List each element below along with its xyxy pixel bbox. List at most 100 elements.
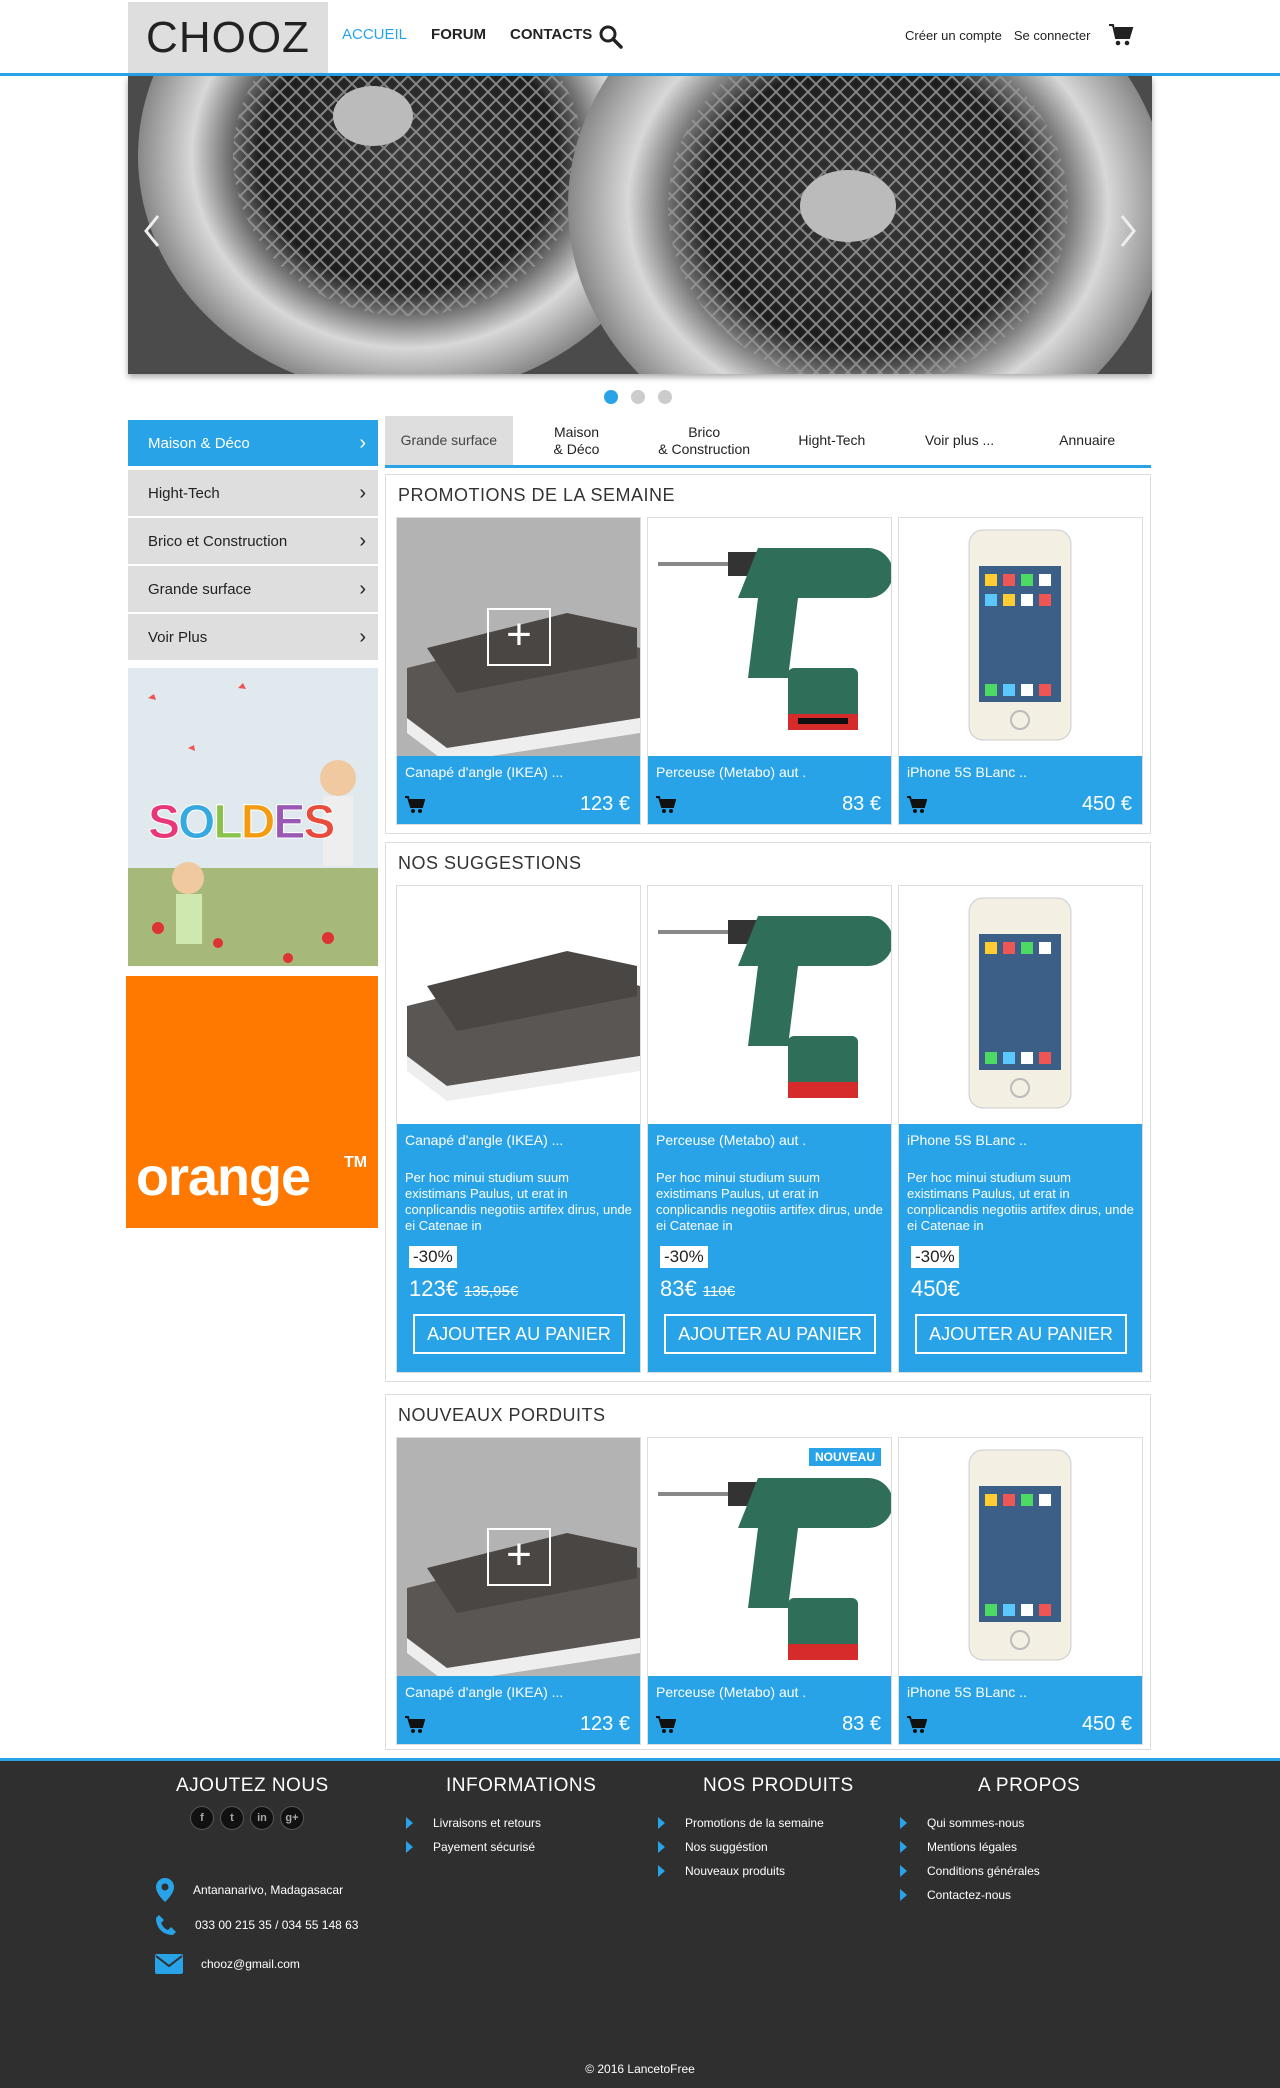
zoom-plus-icon[interactable]: + — [487, 608, 551, 666]
chevron-right-icon: › — [359, 482, 366, 504]
location-pin-icon — [156, 1878, 174, 1902]
product-name: iPhone 5S BLanc .. — [907, 764, 1027, 780]
slider-dot[interactable] — [631, 390, 645, 404]
product-card[interactable]: Perceuse (Metabo) aut . 83 € — [647, 517, 892, 825]
sidebar-item-maison-deco[interactable]: Maison & Déco › — [128, 420, 378, 466]
orange-banner[interactable]: orange TM — [126, 976, 378, 1228]
iphone-image — [899, 518, 1142, 756]
triangle-right-icon — [900, 1889, 907, 1901]
twitter-icon[interactable]: t — [220, 1806, 244, 1830]
googleplus-icon[interactable]: g+ — [280, 1806, 304, 1830]
footer-link[interactable]: Promotions de la semaine — [658, 1811, 854, 1835]
login-link[interactable]: Se connecter — [1014, 28, 1091, 43]
footer-link[interactable]: Nos suggéstion — [658, 1835, 854, 1859]
account-links: Créer un compte Se connecter — [905, 28, 1090, 43]
product-card[interactable]: NOUVEAU Perceuse (Metabo) aut . 83 € — [647, 1437, 892, 1745]
product-card[interactable]: + Canapé d'angle (IKEA) ... 123 € — [396, 517, 641, 825]
sidebar-item-hight-tech[interactable]: Hight-Tech › — [128, 470, 378, 516]
product-card[interactable]: iPhone 5S BLanc .. 450 € — [898, 517, 1143, 825]
footer-link[interactable]: Contactez-nous — [900, 1883, 1080, 1907]
soldes-banner[interactable]: SOLDES — [128, 668, 378, 966]
tab-voir-plus[interactable]: Voir plus ... — [896, 416, 1024, 465]
product-card[interactable]: Canapé d'angle (IKEA) ... Per hoc minui … — [396, 885, 641, 1373]
triangle-right-icon — [658, 1865, 665, 1877]
new-badge: NOUVEAU — [808, 1448, 881, 1466]
footer-link[interactable]: Payement sécurisé — [406, 1835, 596, 1859]
footer-link-label: Promotions de la semaine — [685, 1816, 824, 1830]
add-to-cart-button[interactable]: AJOUTER AU PANIER — [664, 1314, 876, 1354]
search-icon[interactable] — [598, 24, 624, 50]
product-price: 123€ — [409, 1276, 458, 1301]
cart-icon[interactable] — [405, 1716, 425, 1734]
footer-link[interactable]: Qui sommes-nous — [900, 1811, 1080, 1835]
footer-link[interactable]: Conditions générales — [900, 1859, 1080, 1883]
section-title: NOUVEAUX PORDUITS — [398, 1405, 606, 1425]
cart-icon[interactable] — [656, 796, 676, 814]
discount-badge: -30% — [911, 1246, 959, 1268]
cart-icon[interactable] — [907, 796, 927, 814]
product-name: Perceuse (Metabo) aut . — [656, 1132, 807, 1148]
product-price: 83 € — [842, 793, 881, 815]
sidebar-item-label: Hight-Tech — [148, 484, 220, 502]
cart-icon[interactable] — [907, 1716, 927, 1734]
product-info-bar: iPhone 5S BLanc .. 450 € — [899, 1676, 1142, 1744]
chevron-right-icon: › — [359, 432, 366, 454]
cart-icon[interactable] — [405, 796, 425, 814]
sidebar-item-label: Brico et Construction — [148, 532, 288, 550]
section-title: PROMOTIONS DE LA SEMAINE — [398, 485, 676, 505]
zoom-plus-icon[interactable]: + — [487, 1528, 551, 1586]
slider-dot[interactable] — [658, 390, 672, 404]
footer-link-label: Nouveaux produits — [685, 1864, 786, 1878]
product-card[interactable]: Perceuse (Metabo) aut . Per hoc minui st… — [647, 885, 892, 1373]
email-icon — [155, 1954, 183, 1974]
sofa-image — [397, 886, 640, 1124]
footer-link[interactable]: Nouveaux produits — [658, 1859, 854, 1883]
product-info-bar: Perceuse (Metabo) aut . 83 € — [648, 1676, 891, 1744]
linkedin-icon[interactable]: in — [250, 1806, 274, 1830]
contact-phone: 033 00 215 35 / 034 55 148 63 — [155, 1914, 358, 1936]
tab-annuaire[interactable]: Annuaire — [1023, 416, 1151, 465]
slider-dot[interactable] — [604, 390, 618, 404]
footer-col-produits: NOS PRODUITS Promotions de la semaine No… — [658, 1775, 854, 1883]
nav-contacts[interactable]: CONTACTS — [510, 26, 592, 43]
old-price: 135,95€ — [463, 1283, 519, 1300]
footer-col-ajoutez: AJOUTEZ NOUS — [176, 1775, 329, 1797]
add-to-cart-button[interactable]: AJOUTER AU PANIER — [915, 1314, 1127, 1354]
footer-heading: A PROPOS — [978, 1775, 1081, 1796]
create-account-link[interactable]: Créer un compte — [905, 28, 1002, 43]
iphone-image — [899, 1438, 1142, 1676]
cart-icon[interactable] — [656, 1716, 676, 1734]
add-to-cart-button[interactable]: AJOUTER AU PANIER — [413, 1314, 625, 1354]
main-nav: ACCUEIL FORUM CONTACTS — [342, 26, 592, 43]
product-card[interactable]: + Canapé d'angle (IKEA) ... 123 € — [396, 1437, 641, 1745]
hero-slider[interactable] — [128, 76, 1152, 374]
tab-brico[interactable]: Brico & Construction — [640, 416, 768, 465]
email-text[interactable]: chooz@gmail.com — [201, 1957, 300, 1971]
product-name: iPhone 5S BLanc .. — [907, 1684, 1027, 1700]
svg-text:SOLDES: SOLDES — [148, 796, 334, 849]
tab-hight-tech[interactable]: Hight-Tech — [768, 416, 896, 465]
logo[interactable]: CHOOZ — [128, 2, 328, 73]
product-description: Per hoc minui studium suum existimans Pa… — [405, 1170, 632, 1233]
product-card[interactable]: iPhone 5S BLanc .. 450 € — [898, 1437, 1143, 1745]
product-card[interactable]: iPhone 5S BLanc .. Per hoc minui studium… — [898, 885, 1143, 1373]
sofa-image: + — [397, 1438, 640, 1676]
sidebar-item-brico[interactable]: Brico et Construction › — [128, 518, 378, 564]
tab-grande-surface[interactable]: Grande surface — [385, 416, 513, 465]
footer-link[interactable]: Mentions légales — [900, 1835, 1080, 1859]
footer-link[interactable]: Livraisons et retours — [406, 1811, 596, 1835]
product-name: Canapé d'angle (IKEA) ... — [405, 764, 564, 780]
drill-image — [648, 886, 891, 1124]
promotions-section: PROMOTIONS DE LA SEMAINE + Canapé d'angl… — [385, 474, 1151, 834]
tab-maison-deco[interactable]: Maison & Déco — [513, 416, 641, 465]
nav-forum[interactable]: FORUM — [431, 26, 486, 43]
triangle-right-icon — [658, 1841, 665, 1853]
facebook-icon[interactable]: f — [190, 1806, 214, 1830]
cart-icon[interactable] — [1108, 22, 1134, 48]
product-price: 123 € — [579, 793, 630, 815]
sidebar-item-voir-plus[interactable]: Voir Plus › — [128, 614, 378, 660]
sidebar-item-grande-surface[interactable]: Grande surface › — [128, 566, 378, 612]
footer-links: Promotions de la semaine Nos suggéstion … — [658, 1811, 854, 1883]
footer-link-label: Qui sommes-nous — [927, 1816, 1025, 1830]
nav-accueil[interactable]: ACCUEIL — [342, 26, 407, 43]
